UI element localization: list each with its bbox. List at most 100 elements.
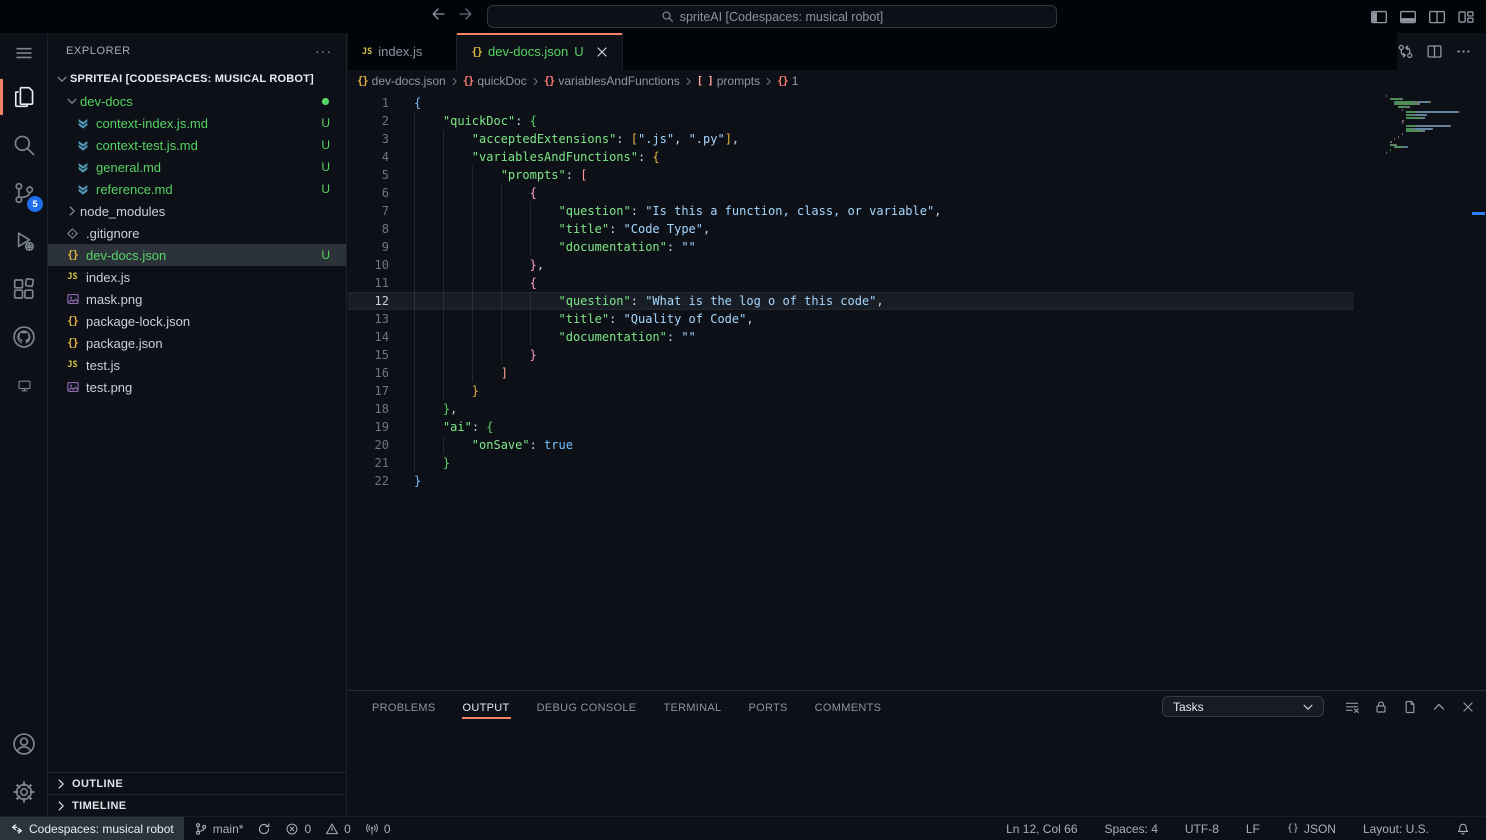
status-branch[interactable]: main*	[190, 817, 248, 840]
tree-file-reference-md[interactable]: reference.mdU	[48, 178, 346, 200]
close-icon[interactable]	[1460, 699, 1476, 715]
panel-tab-comments[interactable]: COMMENTS	[814, 694, 883, 720]
activity-extensions[interactable]	[0, 265, 48, 313]
tree-file-index-js[interactable]: JSindex.js	[48, 266, 346, 288]
code-line-5: 5 "prompts": [	[348, 166, 1354, 184]
split-editor-icon[interactable]	[1426, 43, 1443, 60]
line-tokens: "question": "Is this a function, class, …	[414, 204, 941, 218]
indent-guide	[501, 256, 502, 274]
file-label: general.md	[96, 160, 161, 175]
timeline-section[interactable]: TIMELINE	[48, 794, 346, 816]
tree-file-test-js[interactable]: JStest.js	[48, 354, 346, 376]
line-tokens: "acceptedExtensions": [".js", ".py"],	[414, 132, 739, 146]
tree-file-mask-png[interactable]: mask.png	[48, 288, 346, 310]
indent-guide	[443, 436, 444, 454]
file-label: index.js	[86, 270, 130, 285]
tab-modified-badge: U	[574, 44, 583, 59]
indent-guide	[443, 274, 444, 292]
tab-index-js[interactable]: JSindex.js	[348, 33, 457, 70]
breadcrumb-item[interactable]: {}quickDoc	[463, 74, 527, 88]
status-encoding[interactable]: UTF-8	[1181, 817, 1223, 840]
indent-guide	[530, 220, 531, 238]
activity-search[interactable]	[0, 121, 48, 169]
tree-file-general-md[interactable]: general.mdU	[48, 156, 346, 178]
tree-file-test-png[interactable]: test.png	[48, 376, 346, 398]
panel-tab-ports[interactable]: PORTS	[747, 694, 788, 720]
status-eol[interactable]: LF	[1242, 817, 1264, 840]
line-number: 20	[348, 436, 389, 454]
line-tokens: "title": "Code Type",	[414, 222, 710, 236]
titlebar: spriteAI [Codespaces: musical robot]	[0, 0, 1486, 33]
activity-settings-gear[interactable]	[0, 768, 48, 816]
tree-file-package-json[interactable]: {}package.json	[48, 332, 346, 354]
status-ports[interactable]: 0	[361, 817, 395, 840]
status-sync[interactable]	[253, 817, 275, 840]
line-number: 18	[348, 400, 389, 418]
clear-output-icon[interactable]	[1344, 699, 1360, 715]
status-cursor-position[interactable]: Ln 12, Col 66	[1002, 817, 1081, 840]
layout-custom-icon[interactable]	[1456, 7, 1476, 27]
outline-section[interactable]: OUTLINE	[48, 772, 346, 794]
status-indentation[interactable]: Spaces: 4	[1101, 817, 1162, 840]
warning-icon	[325, 822, 339, 836]
line-tokens: "title": "Quality of Code",	[414, 312, 754, 326]
panel-tabs: PROBLEMS OUTPUT DEBUG CONSOLE TERMINAL PORTS…	[371, 694, 907, 720]
line-tokens: "documentation": ""	[414, 240, 696, 254]
breadcrumb-item[interactable]: {}dev-docs.json	[357, 74, 446, 88]
minimap[interactable]	[1380, 93, 1472, 154]
breadcrumb-item[interactable]: {}variablesAndFunctions	[544, 74, 680, 88]
activity-github[interactable]	[0, 313, 48, 361]
tree-file-package-lock-json[interactable]: {}package-lock.json	[48, 310, 346, 332]
close-icon[interactable]	[594, 44, 610, 60]
status-keyboard-layout[interactable]: Layout: U.S.	[1359, 817, 1433, 840]
compare-icon[interactable]	[1397, 43, 1414, 60]
bell-icon	[1456, 822, 1470, 836]
line-tokens: "documentation": ""	[414, 330, 696, 344]
panel-tab-output[interactable]: OUTPUT	[462, 694, 511, 720]
tree-root-folder[interactable]: SPRITEAI [CODESPACES: MUSICAL ROBOT]	[48, 68, 346, 90]
line-number: 1	[348, 94, 389, 112]
tree-file--gitignore[interactable]: .gitignore	[48, 222, 346, 244]
indent-guide	[501, 184, 502, 202]
overview-ruler[interactable]	[1472, 92, 1486, 690]
panel-tab-debug-console[interactable]: DEBUG CONSOLE	[536, 694, 638, 720]
tree-folder-dev-docs[interactable]: dev-docs	[48, 90, 346, 112]
tree-file-context-index-js-md[interactable]: context-index.js.mdU	[48, 112, 346, 134]
panel-tab-problems[interactable]: PROBLEMS	[371, 694, 437, 720]
activity-account[interactable]	[0, 720, 48, 768]
status-errors[interactable]: 0	[281, 817, 315, 840]
indent-guide	[414, 454, 415, 472]
breadcrumb-item[interactable]: [ ]prompts	[697, 74, 760, 88]
lock-icon[interactable]	[1373, 699, 1389, 715]
activity-files[interactable]	[0, 73, 48, 121]
activity-menu[interactable]	[0, 33, 48, 73]
open-editor-icon[interactable]	[1402, 699, 1418, 715]
breadcrumb-item[interactable]: {}1	[777, 74, 798, 88]
command-center-search[interactable]: spriteAI [Codespaces: musical robot]	[487, 5, 1057, 28]
editor-pane[interactable]: 1{2 "quickDoc": {3 "acceptedExtensions":…	[348, 92, 1486, 690]
panel-actions: Tasks	[1162, 696, 1476, 717]
activity-debug[interactable]	[0, 217, 48, 265]
output-channel-select[interactable]: Tasks	[1162, 696, 1324, 717]
layout-columns-icon[interactable]	[1427, 7, 1447, 27]
forward-arrow-icon[interactable]	[458, 6, 474, 22]
status-warnings[interactable]: 0	[321, 817, 355, 840]
status-notifications[interactable]	[1452, 817, 1474, 840]
back-arrow-icon[interactable]	[430, 6, 446, 22]
activity-remote-window[interactable]	[0, 361, 48, 409]
status-language-mode[interactable]: {}JSON	[1283, 817, 1340, 840]
status-remote-indicator[interactable]: Codespaces: musical robot	[0, 817, 184, 840]
tree-file-context-test-js-md[interactable]: context-test.js.mdU	[48, 134, 346, 156]
layout-panel-icon[interactable]	[1398, 7, 1418, 27]
scm-changes-badge: 5	[27, 196, 43, 212]
views-more-icon[interactable]: ···	[315, 43, 332, 59]
line-tokens: ]	[414, 366, 508, 380]
tree-file-dev-docs-json[interactable]: {}dev-docs.jsonU	[48, 244, 346, 266]
panel-tab-terminal[interactable]: TERMINAL	[662, 694, 722, 720]
chevron-up-icon[interactable]	[1431, 699, 1447, 715]
ellipsis-icon[interactable]	[1455, 43, 1472, 60]
tab-dev-docs-json[interactable]: {}dev-docs.jsonU	[457, 33, 622, 70]
activity-source-control[interactable]: 5	[0, 169, 48, 217]
tree-folder-node-modules[interactable]: node_modules	[48, 200, 346, 222]
layout-sidebar-icon[interactable]	[1369, 7, 1389, 27]
